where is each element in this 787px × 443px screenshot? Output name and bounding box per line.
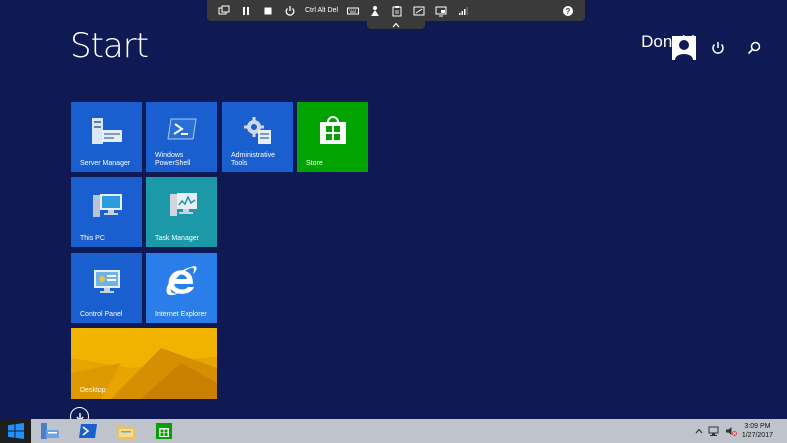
- this-pc-icon: [93, 194, 122, 217]
- server-manager-icon: [92, 118, 122, 144]
- tile-label: Internet Explorer: [155, 311, 207, 318]
- chevron-up-icon: [392, 22, 400, 28]
- help-icon[interactable]: ?: [557, 0, 579, 21]
- tile-label: Server Manager: [80, 160, 131, 167]
- tile-label: This PC: [80, 235, 105, 242]
- fit-screen-icon[interactable]: [408, 0, 430, 21]
- help-glyph: ?: [566, 7, 571, 16]
- tile-label: Administrative Tools: [231, 152, 275, 167]
- store-icon: [156, 423, 172, 439]
- toolbar-collapse-tab[interactable]: [367, 21, 425, 29]
- page-title: Start: [70, 26, 149, 66]
- tile-label: Windows PowerShell: [155, 152, 191, 167]
- show-hidden-icons[interactable]: [695, 427, 703, 436]
- power-toolbar-icon[interactable]: [279, 0, 301, 21]
- taskbar: 3:09 PM 1/27/2017: [0, 419, 787, 443]
- tile-control-panel[interactable]: Control Panel: [71, 253, 142, 323]
- tile-label: Store: [306, 160, 323, 167]
- server-manager-icon: [41, 423, 59, 439]
- start-button[interactable]: [0, 419, 31, 443]
- monitor-icon[interactable]: [430, 0, 452, 21]
- taskbar-store[interactable]: [145, 419, 183, 443]
- ctrl-alt-del-button[interactable]: Ctrl Alt Del: [301, 0, 342, 21]
- tile-server-manager[interactable]: Server Manager: [71, 102, 142, 172]
- taskbar-powershell[interactable]: [69, 419, 107, 443]
- keyboard-icon[interactable]: [342, 0, 364, 21]
- tile-this-pc[interactable]: This PC: [71, 177, 142, 247]
- chevron-up-icon: [695, 428, 703, 433]
- folder-icon: [117, 425, 135, 439]
- administrative-tools-icon: [244, 117, 271, 144]
- network-icon[interactable]: [708, 425, 720, 437]
- user-switch-icon[interactable]: [364, 0, 386, 21]
- windows-logo-icon: [7, 423, 24, 439]
- internet-explorer-icon: [166, 266, 197, 296]
- tile-administrative-tools[interactable]: Administrative Tools: [222, 102, 293, 172]
- powershell-icon: [79, 424, 97, 438]
- tile-task-manager[interactable]: Task Manager: [146, 177, 217, 247]
- tile-store[interactable]: Store: [297, 102, 368, 172]
- system-tray: 3:09 PM 1/27/2017: [695, 419, 787, 443]
- tile-desktop[interactable]: Desktop: [71, 328, 217, 399]
- clock-date: 1/27/2017: [741, 432, 773, 439]
- clock[interactable]: 3:09 PM 1/27/2017: [742, 422, 773, 440]
- task-manager-icon: [170, 193, 197, 216]
- clock-time: 3:09 PM: [744, 423, 771, 430]
- switch-window-icon[interactable]: [213, 0, 235, 21]
- tile-label: Desktop: [80, 387, 106, 394]
- taskbar-file-explorer[interactable]: [107, 419, 145, 443]
- signal-icon[interactable]: [452, 0, 474, 21]
- power-icon[interactable]: [710, 40, 726, 56]
- pause-icon[interactable]: [235, 0, 257, 21]
- store-icon: [320, 116, 346, 144]
- avatar[interactable]: [672, 36, 696, 60]
- user-avatar-icon: [672, 36, 696, 60]
- stop-icon[interactable]: [257, 0, 279, 21]
- taskbar-server-manager[interactable]: [31, 419, 69, 443]
- tile-windows-powershell[interactable]: Windows PowerShell: [146, 102, 217, 172]
- tile-label: Task Manager: [155, 235, 199, 242]
- powershell-icon: [167, 118, 197, 140]
- tile-label: Control Panel: [80, 311, 123, 318]
- tile-internet-explorer[interactable]: Internet Explorer: [146, 253, 217, 323]
- volume-muted-icon[interactable]: [725, 425, 737, 437]
- clipboard-icon[interactable]: [386, 0, 408, 21]
- control-panel-icon: [94, 270, 120, 293]
- remote-toolbar: Ctrl Alt Del ?: [207, 0, 585, 21]
- search-icon[interactable]: [746, 40, 762, 56]
